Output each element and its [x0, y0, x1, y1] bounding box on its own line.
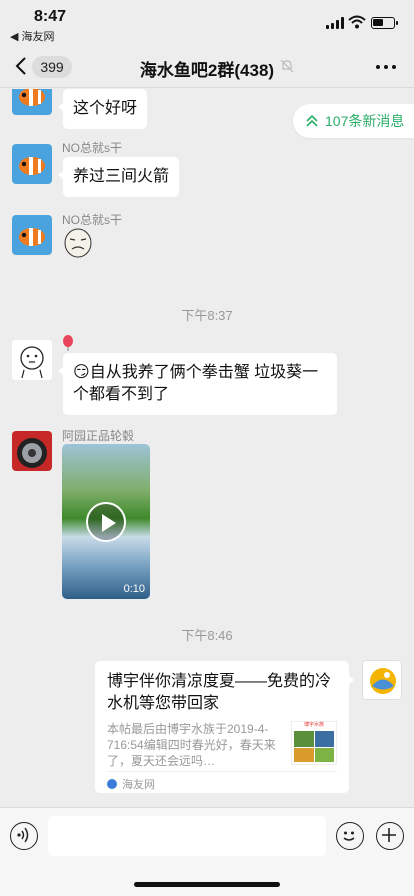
play-icon[interactable] — [86, 502, 126, 542]
chat-header: 399 海水鱼吧2群(438) — [0, 46, 414, 88]
message-bubble[interactable]: 这个好呀 — [57, 89, 148, 129]
voice-input-button[interactable] — [10, 822, 38, 850]
video-message[interactable]: 0:10 — [62, 444, 150, 599]
sender-nickname: NO总就s干 — [62, 213, 123, 227]
avatar-self[interactable] — [362, 660, 402, 700]
balloon-icon — [63, 335, 73, 351]
message-text: 自从我养了俩个拳击蟹 垃圾葵一个都看不到了 — [73, 364, 319, 403]
message-bubble[interactable]: 养过三间火箭 — [57, 157, 180, 197]
card-source-label: 海友网 — [122, 779, 155, 791]
card-description: 本帖最后由博宇水族于2019-4-716:54编辑四时春光好，春天来了，夏天还会… — [107, 722, 276, 768]
back-to-app-link[interactable]: ◀ 海友网 — [10, 28, 55, 44]
cellular-signal-icon — [326, 17, 346, 29]
double-chevron-up-icon — [306, 114, 318, 127]
emoji-button[interactable] — [336, 822, 364, 850]
new-messages-label: 107条新消息 — [325, 113, 405, 129]
shared-link-card[interactable]: 博宇伴你清凉度夏——免费的冷水机等您带回家 本帖最后由博宇水族于2019-4-7… — [95, 661, 354, 793]
sender-nickname: 阿园正品轮毂 — [62, 429, 135, 443]
smirk-emoji-icon: 😏 — [73, 364, 90, 381]
message-text-field[interactable] — [48, 816, 326, 856]
avatar-wheel-rim[interactable] — [12, 431, 52, 471]
card-title: 博宇伴你清凉度夏——免费的冷水机等您带回家 — [107, 673, 332, 712]
chat-title: 海水鱼吧2群(438) — [139, 61, 275, 80]
battery-level — [373, 19, 383, 26]
source-app-icon — [107, 779, 117, 789]
more-functions-button[interactable] — [376, 822, 404, 850]
status-time: 8:47 — [34, 8, 67, 25]
message-bubble[interactable]: 😏自从我养了俩个拳击蟹 垃圾葵一个都看不到了 — [58, 353, 337, 415]
home-indicator — [134, 882, 280, 887]
avatar-cartoon-face[interactable] — [12, 340, 52, 380]
mute-bell-icon — [280, 59, 294, 73]
battery-icon — [371, 17, 398, 29]
sender-nickname: NO总就s干 — [62, 141, 123, 155]
doge-face-sticker[interactable] — [62, 227, 94, 259]
chat-timestamp: 下午8:46 — [181, 628, 233, 643]
more-options-icon[interactable] — [376, 65, 396, 70]
chat-message-list[interactable]: 这个好呀 107条新消息 NO总就s干 养过三间火箭 NO总就s干 下午8:37… — [0, 89, 414, 807]
message-input-bar — [0, 807, 414, 896]
chat-timestamp: 下午8:37 — [181, 308, 233, 323]
avatar-clownfish[interactable] — [12, 215, 52, 255]
video-duration: 0:10 — [123, 583, 145, 595]
card-thumbnail-caption: 博宇水族 — [303, 722, 324, 728]
avatar-clownfish[interactable] — [12, 144, 52, 184]
voice-icon — [17, 827, 29, 843]
smiley-icon — [343, 831, 355, 842]
wifi-icon — [348, 15, 366, 29]
message-text: 养过三间火箭 — [73, 168, 170, 185]
status-bar: 8:47 ◀ 海友网 — [0, 0, 414, 46]
plus-icon — [382, 828, 397, 843]
message-text: 这个好呀 — [73, 100, 138, 117]
new-messages-button[interactable]: 107条新消息 — [293, 104, 414, 138]
avatar-clownfish[interactable] — [12, 89, 52, 115]
card-source: 海友网 — [107, 771, 337, 792]
card-thumbnail: 博宇水族 — [291, 721, 337, 765]
